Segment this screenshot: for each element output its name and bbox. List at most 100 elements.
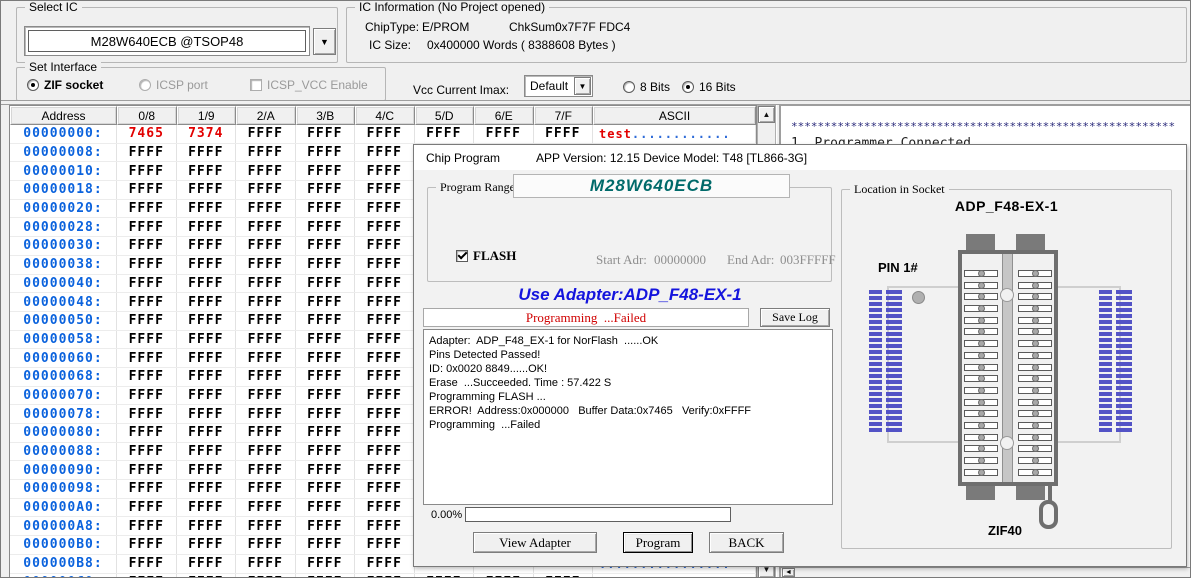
hex-cell: FFFF <box>296 480 356 498</box>
pin-slot-dot <box>978 469 985 476</box>
pin-slot <box>964 328 998 335</box>
hex-cell: FFFF <box>117 144 177 162</box>
table-row[interactable]: 000000C0:FFFFFFFFFFFFFFFFFFFFFFFFFFFFFFF… <box>10 574 756 578</box>
bits16-radio[interactable] <box>682 81 694 93</box>
pin-slot-dot <box>1032 457 1039 464</box>
vcc-dropdown-button[interactable]: ▼ <box>574 77 591 95</box>
icsp-port-radio-row[interactable]: ICSP port <box>139 78 208 92</box>
pin-bar <box>869 290 882 294</box>
pin-slot-dot <box>978 387 985 394</box>
hex-cell: FFFF <box>534 574 594 578</box>
pin-slot <box>964 457 998 464</box>
view-adapter-button[interactable]: View Adapter <box>473 532 597 553</box>
pin-slot <box>964 340 998 347</box>
pin-slot <box>1018 399 1052 406</box>
pin1-marker-icon <box>912 291 925 304</box>
zif-socket-radio[interactable] <box>27 79 39 91</box>
bits8-radio[interactable] <box>623 81 635 93</box>
pin-bar <box>869 338 882 342</box>
flash-checkbox-row[interactable]: FLASH <box>456 248 516 264</box>
column-header[interactable]: Address <box>10 106 117 125</box>
scroll-up-button[interactable]: ▲ <box>758 106 775 123</box>
pin-bar <box>1099 374 1112 378</box>
hex-cell: FFFF <box>117 331 177 349</box>
back-button[interactable]: BACK <box>709 532 784 553</box>
log-panel-hscrollbar[interactable]: ◄ <box>781 567 1191 578</box>
column-header[interactable]: ASCII <box>593 106 756 125</box>
column-header[interactable]: 1/9 <box>177 106 237 125</box>
save-log-button[interactable]: Save Log <box>760 308 830 327</box>
pin-bar <box>869 410 882 414</box>
hex-cell: FFFF <box>236 275 296 293</box>
scroll-left-button[interactable]: ◄ <box>782 568 795 577</box>
hex-cell: FFFF <box>177 480 237 498</box>
pin-bar <box>886 302 902 306</box>
vcc-imax-dropdown[interactable]: Default ▼ <box>524 75 593 97</box>
bits16-radio-row[interactable]: 16 Bits <box>682 80 736 94</box>
pin-bar <box>1099 290 1112 294</box>
hex-cell: FFFF <box>177 405 237 423</box>
hex-cell: FFFF <box>355 293 415 311</box>
hex-cell: FFFF <box>117 480 177 498</box>
pin-slot-dot <box>1032 282 1039 289</box>
flash-checkbox[interactable] <box>456 250 468 262</box>
ic-size-value: 0x400000 Words ( 8388608 Bytes ) <box>427 38 616 52</box>
pin-bar <box>1116 308 1132 312</box>
hex-cell: FFFF <box>236 312 296 330</box>
pin-bar <box>1116 386 1132 390</box>
pin-slot-dot <box>978 410 985 417</box>
ic-combo[interactable]: M28W640ECB @TSOP48 <box>24 26 310 56</box>
pin-bar <box>1099 428 1112 432</box>
hex-cell: FFFF <box>236 499 296 517</box>
pin-bar <box>1099 350 1112 354</box>
icsp-vcc-checkbox-row[interactable]: ICSP_VCC Enable <box>250 78 368 92</box>
hex-cell: FFFF <box>117 293 177 311</box>
chevron-down-icon: ▼ <box>579 82 587 91</box>
pin-slot <box>1018 364 1052 371</box>
hex-cell: FFFF <box>355 574 415 578</box>
pin-bar <box>1116 314 1132 318</box>
address-cell: 00000008: <box>10 144 117 162</box>
location-in-socket-group: Location in Socket ADP_F48-EX-1 PIN 1# Z… <box>841 189 1172 549</box>
hex-cell: FFFF <box>117 555 177 573</box>
column-header[interactable]: 5/D <box>415 106 475 125</box>
column-header[interactable]: 7/F <box>534 106 594 125</box>
table-row[interactable]: 00000000:74657374FFFFFFFFFFFFFFFFFFFFFFF… <box>10 125 756 144</box>
zif-socket-radio-row[interactable]: ZIF socket <box>27 78 103 92</box>
hex-table-header: Address0/81/92/A3/B4/C5/D6/E7/FASCII <box>10 106 756 125</box>
vcc-imax-label: Vcc Current Imax: <box>413 83 509 97</box>
ic-combo-dropdown-button[interactable]: ▼ <box>313 28 336 55</box>
zif-tab <box>966 485 995 500</box>
hex-cell: FFFF <box>296 256 356 274</box>
ic-combo-value[interactable]: M28W640ECB @TSOP48 <box>28 30 306 52</box>
address-cell: 00000070: <box>10 387 117 405</box>
icsp-vcc-checkbox[interactable] <box>250 79 262 91</box>
hex-cell: FFFF <box>177 293 237 311</box>
pin-slot <box>964 410 998 417</box>
column-header[interactable]: 3/B <box>296 106 356 125</box>
dialog-titlebar[interactable]: Chip Program APP Version: 12.15 Device M… <box>414 145 1186 170</box>
pin-bar <box>886 422 902 426</box>
pin-slot <box>1018 352 1052 359</box>
operation-log[interactable]: Adapter: ADP_F48_EX-1 for NorFlash .....… <box>423 329 833 505</box>
address-cell: 00000080: <box>10 424 117 442</box>
hex-cell: FFFF <box>296 162 356 180</box>
program-button[interactable]: Program <box>623 532 693 553</box>
ascii-cell: ................ <box>593 574 756 578</box>
column-header[interactable]: 2/A <box>236 106 296 125</box>
pin-slot-dot <box>1032 317 1039 324</box>
pin-slot-dot <box>978 305 985 312</box>
pin-bar <box>1099 386 1112 390</box>
icsp-port-radio[interactable] <box>139 79 151 91</box>
pin-bar <box>1116 332 1132 336</box>
vcc-imax-value[interactable]: Default <box>526 77 574 95</box>
column-header[interactable]: 6/E <box>474 106 534 125</box>
pin-bar <box>869 428 882 432</box>
pin-slot <box>964 305 998 312</box>
pin-slot-dot <box>1032 364 1039 371</box>
hex-cell: FFFF <box>236 368 296 386</box>
column-header[interactable]: 4/C <box>355 106 415 125</box>
column-header[interactable]: 0/8 <box>117 106 177 125</box>
hex-cell: FFFF <box>177 218 237 236</box>
bits8-radio-row[interactable]: 8 Bits <box>623 80 670 94</box>
